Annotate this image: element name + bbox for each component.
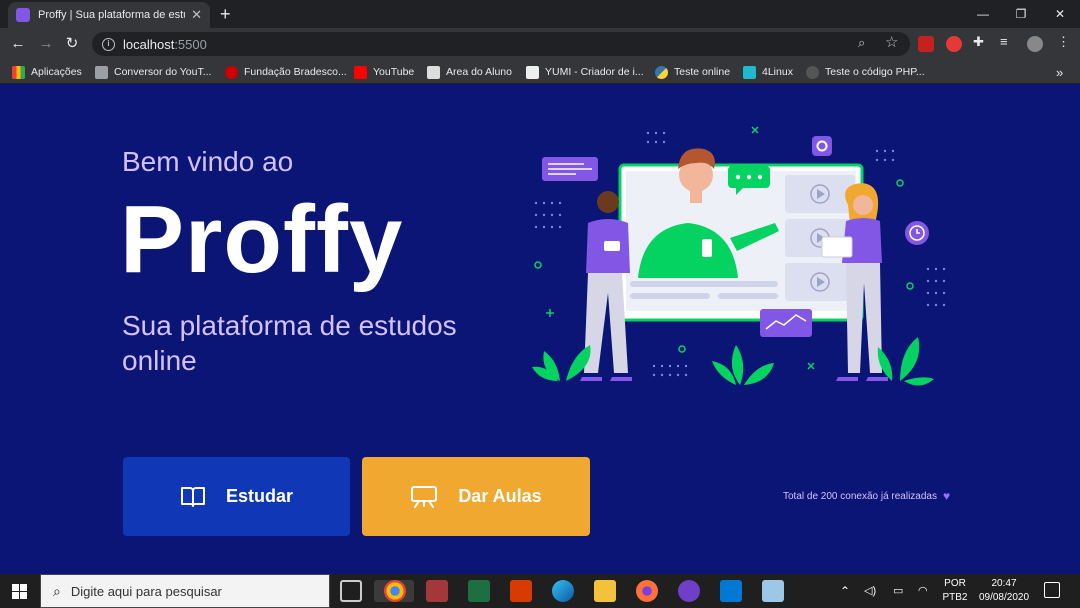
windows-start-icon[interactable] [12,584,27,599]
adblock-extension-icon[interactable] [946,36,962,52]
bookmark-item[interactable]: YouTube [354,64,414,80]
battery-icon[interactable]: ▭ [893,584,903,598]
reload-icon[interactable]: ↻ [62,34,82,54]
menu-kebab-icon[interactable]: ⋮ [1057,34,1070,50]
url-host: localhost [123,36,175,52]
search-placeholder: Digite aqui para pesquisar [70,583,222,599]
bookmark-item[interactable]: Area do Aluno [427,64,512,80]
bookmark-star-icon[interactable]: ☆ [885,33,898,51]
browser-tab-strip: Proffy | Sua plataforma de estudos onlin… [0,0,1080,28]
bookmarks-bar: Aplicações Conversor do YouT... Fundação… [0,60,1080,84]
windows-taskbar: ⌕ Digite aqui para pesquisar ⌃ ◁) ▭ ◠ PO… [0,574,1080,608]
welcome-text: Bem vindo ao [122,146,294,177]
chrome-icon[interactable] [384,580,406,602]
teach-button-label: Dar Aulas [458,486,542,506]
zoom-icon[interactable]: ⌕ [858,35,865,51]
bookmark-favicon-icon [526,65,539,79]
github-desktop-icon[interactable] [678,580,700,602]
forward-icon[interactable]: → [36,34,56,54]
hero-illustration [532,126,946,386]
pdf-extension-icon[interactable] [918,36,934,52]
wifi-icon[interactable]: ◠ [918,584,928,598]
proffy-favicon-icon [16,8,30,22]
bookmark-favicon-icon [225,65,238,79]
close-window-button[interactable]: ✕ [1040,0,1080,28]
office-icon[interactable] [510,580,532,602]
firefox-icon[interactable] [636,580,658,602]
bookmark-item[interactable]: Fundação Bradesco... [225,64,347,80]
address-bar[interactable]: i localhost:5500 [92,32,910,56]
tray-chevron-icon[interactable]: ⌃ [840,584,850,598]
bookmark-item[interactable]: Teste online [655,64,730,80]
bookmark-item[interactable]: Aplicações [12,64,82,80]
back-icon[interactable]: ← [8,34,28,54]
landing-page: Bem vindo ao Proffy Sua plataforma de es… [0,85,1080,574]
minimize-button[interactable]: — [963,0,1003,28]
browser-toolbar: ← → ↻ i localhost:5500 ⌕ ☆ ✚ ≡ ⋮ [0,28,1080,60]
vscode-icon[interactable] [720,580,742,602]
tab-title: Proffy | Sua plataforma de estudos onlin… [38,9,185,21]
presentation-icon [411,485,438,508]
clock[interactable]: 20:47 09/08/2020 [974,577,1034,605]
bookmark-favicon-icon [806,65,819,79]
bookmark-favicon-icon [743,65,756,79]
close-tab-icon[interactable]: ✕ [191,7,202,23]
heart-icon: ♥ [943,489,951,503]
notifications-icon[interactable] [1044,582,1060,598]
volume-icon[interactable]: ◁) [864,584,876,598]
app-icon[interactable] [762,580,784,602]
teach-button[interactable]: Dar Aulas [362,457,590,536]
profile-avatar[interactable] [1027,36,1043,52]
bookmark-item[interactable]: YUMI - Criador de i... [526,64,644,80]
python-icon [655,65,668,79]
browser-tab[interactable]: Proffy | Sua plataforma de estudos onlin… [8,2,210,28]
study-button-label: Estudar [225,486,294,506]
youtube-icon [354,65,367,79]
taskbar-search-input[interactable]: ⌕ Digite aqui para pesquisar [40,574,330,608]
info-icon[interactable]: i [102,37,115,51]
language-indicator[interactable]: POR PTB2 [940,577,970,605]
url-port: :5500 [174,36,207,52]
book-icon [180,486,205,507]
excel-icon[interactable] [468,580,490,602]
proffy-logo: Proffy [120,186,404,293]
tagline: Sua plataforma de estudos online [122,310,457,376]
extensions-puzzle-icon[interactable]: ✚ [973,34,984,50]
edge-icon[interactable] [552,580,574,602]
bookmarks-more-button[interactable]: » [1056,64,1063,80]
bookmark-item[interactable]: Conversor do YouT... [95,64,211,80]
access-icon[interactable] [426,580,448,602]
bookmark-item[interactable]: 4Linux [743,64,793,80]
apps-grid-icon [12,65,25,79]
bookmark-favicon-icon [95,65,108,79]
bookmark-item[interactable]: Teste o código PHP... [806,64,925,80]
file-explorer-icon[interactable] [594,580,616,602]
search-icon: ⌕ [53,582,61,599]
task-view-icon[interactable] [340,580,362,602]
connections-text: Total de 200 conexão já realizadas [783,490,937,502]
connections-counter: Total de 200 conexão já realizadas ♥ [783,489,950,503]
new-tab-button[interactable]: + [220,4,231,24]
media-control-icon[interactable]: ≡ [1000,34,1008,49]
restore-button[interactable]: ❐ [1001,0,1041,28]
study-button[interactable]: Estudar [123,457,350,536]
bookmark-favicon-icon [427,65,440,79]
